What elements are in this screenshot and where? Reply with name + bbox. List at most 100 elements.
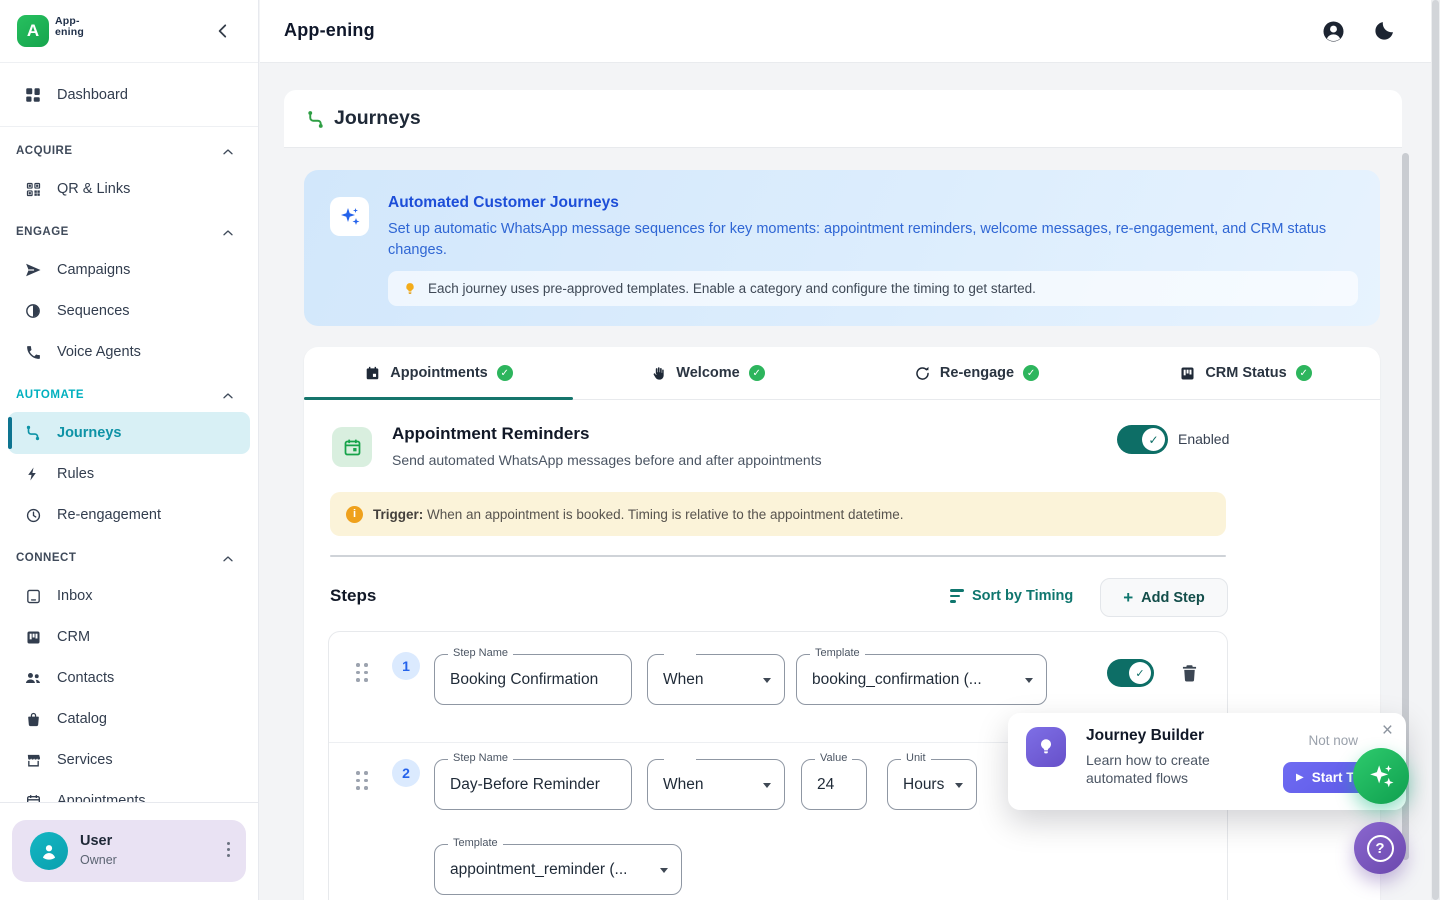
chevron-down-icon	[1025, 678, 1033, 683]
step-name-input[interactable]	[450, 655, 623, 704]
sidebar-collapse-button[interactable]	[214, 22, 232, 40]
user-role: Owner	[80, 853, 117, 867]
field-notch	[664, 758, 696, 761]
select-value: When	[663, 671, 756, 689]
popup-subtitle: Learn how to create automated flows	[1086, 751, 1210, 787]
trash-icon	[1179, 662, 1200, 684]
tab-welcome[interactable]: Welcome ✓	[573, 347, 842, 399]
toggle-check-icon: ✓	[1129, 662, 1151, 684]
trigger-label: Trigger:	[373, 507, 423, 522]
check-circle-icon: ✓	[1023, 365, 1039, 381]
sidebar-item-label: Rules	[57, 466, 94, 482]
delete-step-button[interactable]	[1179, 662, 1200, 684]
user-card[interactable]: User Owner	[12, 820, 246, 882]
send-icon	[24, 261, 42, 279]
field-label: Template	[448, 837, 503, 849]
brand-logo-icon: A	[17, 15, 49, 47]
sidebar-item-services[interactable]: Services	[8, 739, 250, 781]
add-step-button[interactable]: + Add Step	[1100, 578, 1228, 617]
template-select[interactable]: Template booking_confirmation (...	[796, 654, 1047, 705]
category-subtitle: Send automated WhatsApp messages before …	[392, 452, 822, 468]
popup-title: Journey Builder	[1086, 727, 1204, 745]
dashboard-icon	[24, 86, 42, 104]
user-menu-button[interactable]	[227, 842, 230, 857]
people-icon	[24, 669, 42, 687]
sidebar-item-qr-links[interactable]: QR & Links	[8, 168, 250, 210]
dark-mode-toggle[interactable]	[1373, 19, 1398, 44]
template-select[interactable]: Template appointment_reminder (...	[434, 844, 682, 895]
chevron-up-icon[interactable]	[222, 390, 234, 402]
when-select[interactable]: When	[647, 759, 785, 810]
step-enabled-toggle[interactable]: ✓	[1107, 659, 1154, 687]
window-scrollbar[interactable]	[1431, 0, 1440, 900]
sidebar-item-sequences[interactable]: Sequences	[8, 290, 250, 332]
section-label-automate[interactable]: AUTOMATE	[16, 389, 84, 401]
banner-tip: Each journey uses pre-approved templates…	[388, 271, 1358, 306]
trigger-text: When an appointment is booked. Timing is…	[427, 507, 904, 522]
not-now-button[interactable]: Not now	[1308, 733, 1358, 748]
brand-initial: A	[27, 21, 39, 41]
sort-label: Sort by Timing	[972, 588, 1073, 604]
tab-appointments[interactable]: Appointments ✓	[304, 347, 573, 399]
value-input[interactable]	[817, 760, 858, 809]
account-button[interactable]	[1321, 19, 1346, 44]
value-field[interactable]: Value	[801, 759, 867, 810]
sidebar-footer: User Owner	[0, 802, 258, 900]
ai-assistant-fab[interactable]	[1353, 748, 1409, 804]
step-name-field[interactable]: Step Name	[434, 759, 632, 810]
unit-select[interactable]: Unit Hours	[887, 759, 977, 810]
chevron-up-icon[interactable]	[222, 553, 234, 565]
sidebar-item-catalog[interactable]: Catalog	[8, 698, 250, 740]
sidebar-item-rules[interactable]: Rules	[8, 453, 250, 495]
drag-handle-icon[interactable]	[356, 771, 368, 790]
tab-re-engage[interactable]: Re-engage ✓	[842, 347, 1111, 399]
tab-label: Welcome	[676, 365, 739, 381]
page-title: Journeys	[334, 107, 421, 130]
tab-crm-status[interactable]: CRM Status ✓	[1111, 347, 1380, 399]
active-indicator-bar	[8, 417, 12, 449]
journeys-card: Appointments ✓ Welcome ✓ Re-engage ✓ CRM…	[304, 347, 1380, 900]
journeys-info-banner: Automated Customer Journeys Set up autom…	[304, 170, 1380, 326]
chevron-up-icon[interactable]	[222, 146, 234, 158]
sidebar-item-label: Contacts	[57, 670, 114, 686]
help-fab[interactable]: ?	[1354, 822, 1406, 874]
chevron-up-icon[interactable]	[222, 227, 234, 239]
step-name-field[interactable]: Step Name	[434, 654, 632, 705]
person-icon	[38, 840, 60, 862]
toggle-status-label: Enabled	[1178, 431, 1229, 447]
field-label: Template	[810, 647, 865, 659]
section-label-engage[interactable]: ENGAGE	[16, 226, 69, 238]
sidebar-item-campaigns[interactable]: Campaigns	[8, 249, 250, 291]
sidebar-item-contacts[interactable]: Contacts	[8, 657, 250, 699]
calendar-icon	[364, 365, 381, 382]
sort-by-timing-button[interactable]: Sort by Timing	[950, 588, 1073, 604]
select-value: booking_confirmation (...	[812, 671, 1018, 689]
when-select[interactable]: When	[647, 654, 785, 705]
sidebar-item-re-engagement[interactable]: Re-engagement	[8, 494, 250, 536]
banner-title: Automated Customer Journeys	[388, 194, 619, 212]
avatar	[30, 832, 68, 870]
tab-label: Re-engage	[940, 365, 1014, 381]
drag-handle-icon[interactable]	[356, 663, 368, 682]
sidebar-item-voice-agents[interactable]: Voice Agents	[8, 331, 250, 373]
section-label-acquire[interactable]: ACQUIRE	[16, 145, 73, 157]
sidebar-item-crm[interactable]: CRM	[8, 616, 250, 658]
journey-builder-popup: Journey Builder Learn how to create auto…	[1008, 713, 1406, 810]
close-icon[interactable]: ×	[1382, 720, 1393, 742]
sidebar-item-label: Re-engagement	[57, 507, 161, 523]
sidebar-item-label: Journeys	[57, 425, 121, 441]
app-window: A App- ening Dashboard ACQUIRE QR & Link…	[0, 0, 1440, 900]
check-circle-icon: ✓	[749, 365, 765, 381]
step-name-input[interactable]	[450, 760, 623, 809]
storefront-icon	[24, 751, 42, 769]
category-enabled-toggle[interactable]: ✓	[1117, 425, 1168, 454]
sidebar-item-inbox[interactable]: Inbox	[8, 575, 250, 617]
sort-icon	[950, 589, 964, 603]
sidebar-divider	[0, 126, 258, 127]
section-label-connect[interactable]: CONNECT	[16, 552, 76, 564]
lightbulb-icon	[402, 281, 418, 297]
sidebar-item-journeys[interactable]: Journeys	[8, 412, 250, 454]
chevron-down-icon	[763, 678, 771, 683]
sidebar-item-dashboard[interactable]: Dashboard	[8, 74, 250, 116]
chevron-down-icon	[763, 783, 771, 788]
